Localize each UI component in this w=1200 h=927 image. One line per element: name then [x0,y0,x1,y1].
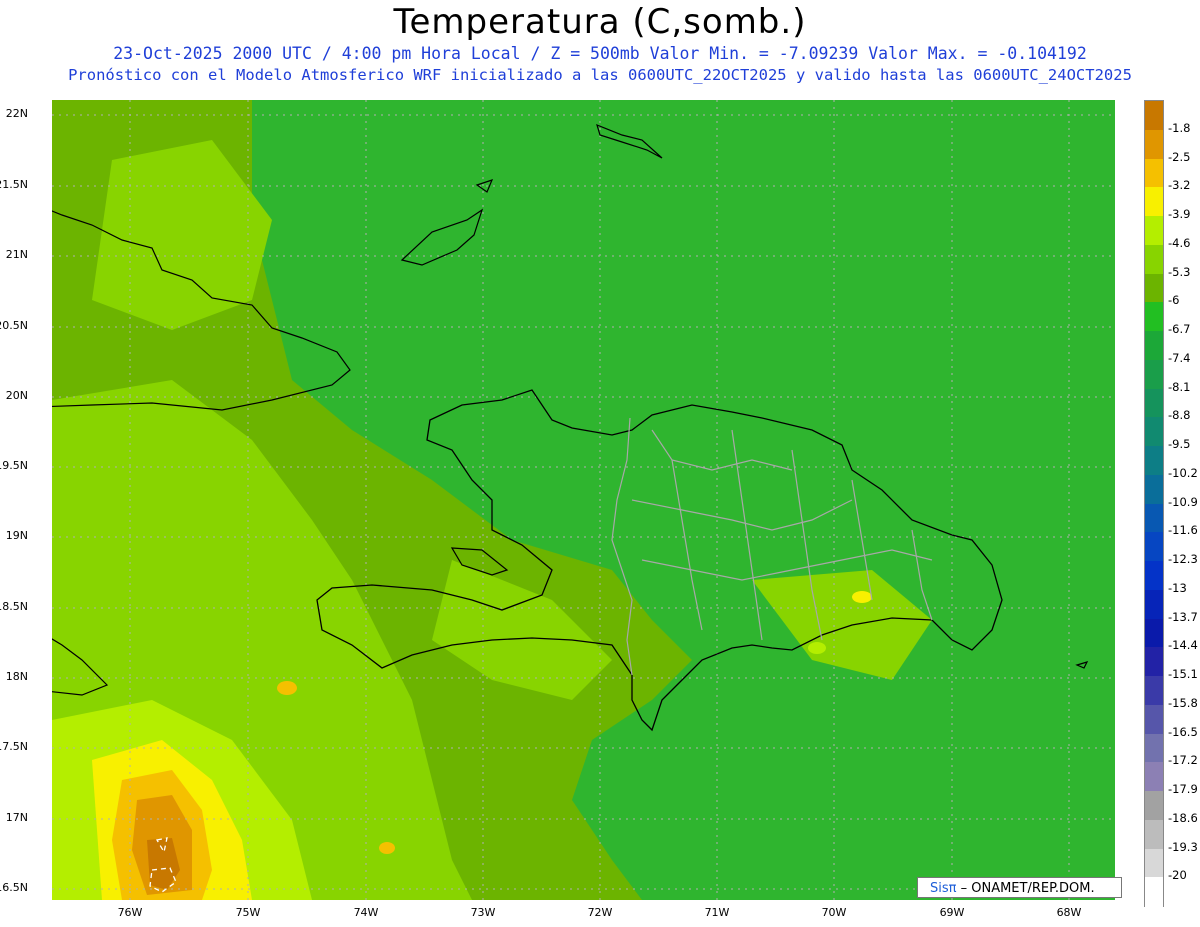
field-spot-4 [852,591,872,603]
colorbar-label: -6.7 [1168,322,1191,336]
colorbar-label: -17.9 [1168,782,1198,796]
colorbar-label: -19.3 [1168,839,1198,854]
colorbar-swatch [1145,503,1163,533]
colorbar-label: -2.5 [1168,149,1191,164]
lon-label-71w: 71W [704,906,730,919]
lat-label-21-5n: 21.5N [0,178,28,191]
colorbar-swatch [1145,704,1163,735]
subtitle-model-info: Pronóstico con el Modelo Atmosferico WRF… [68,66,1132,84]
colorbar-label: -8.1 [1168,379,1191,394]
lat-label-17-5n: 17.5N [0,740,28,753]
credit-box: Sisπ – ONAMET/REP.DOM. [917,877,1122,898]
colorbar-swatch [1145,762,1163,792]
colorbar-swatch [1145,417,1163,447]
colorbar-swatch [1145,618,1163,648]
colorbar-swatch [1145,791,1163,821]
colorbar-label: -18.6 [1168,810,1198,825]
colorbar-label: -9.5 [1168,437,1191,451]
colorbar-label: -15.8 [1168,695,1198,710]
colorbar-swatch [1145,446,1163,476]
colorbar-swatch [1145,589,1163,620]
lat-label-16-5n: 16.5N [0,881,28,894]
colorbar-swatch [1145,216,1163,246]
lon-label-76w: 76W [117,906,143,919]
colorbar-label: -3.9 [1168,207,1191,221]
colorbar-swatch [1145,244,1163,275]
lat-label-22n: 22N [5,107,28,120]
field-spot-1 [277,681,297,695]
colorbar-swatch [1145,733,1163,763]
lat-label-18-5n: 18.5N [0,600,28,613]
subtitle-valid-time: 23-Oct-2025 2000 UTC / 4:00 pm Hora Loca… [113,44,1087,63]
lat-label-17n: 17N [5,811,28,824]
lat-label-18n: 18N [5,670,28,683]
lat-label-20-5n: 20.5N [0,319,28,332]
colorbar-swatch [1145,158,1163,188]
lat-label-21n: 21N [5,248,28,261]
colorbar-swatch [1145,877,1163,907]
colorbar-label: -1.8 [1168,120,1191,135]
colorbar-swatch [1145,388,1163,418]
colorbar-swatch [1145,676,1163,706]
map-title: Temperatura (C,somb.) [393,2,807,42]
colorbar-swatch [1145,647,1163,677]
colorbar-label: -4.6 [1168,235,1191,250]
colorbar-label: -8.8 [1168,408,1191,423]
colorbar-label: -16.5 [1168,724,1198,739]
lat-label-19n: 19N [5,529,28,542]
colorbar-label: -14.4 [1168,638,1198,653]
lon-label-70w: 70W [821,906,847,919]
temperature-map [52,100,1115,900]
colorbar-label: -11.6 [1168,523,1198,538]
colorbar [1144,100,1164,907]
colorbar-swatch [1145,848,1163,878]
lon-label-75w: 75W [235,906,261,919]
colorbar-swatch [1145,101,1163,131]
field-spot-2 [379,842,395,854]
lon-label-68w: 68W [1056,906,1082,919]
lat-label-20n: 20N [5,389,28,402]
colorbar-label: -3.2 [1168,178,1191,193]
colorbar-label: -15.1 [1168,667,1198,681]
colorbar-label: -5.3 [1168,264,1191,279]
colorbar-label: -13.7 [1168,609,1198,624]
colorbar-label: -10.9 [1168,494,1198,509]
colorbar-label: -10.2 [1168,465,1198,480]
colorbar-swatch [1145,273,1163,303]
colorbar-label: -13 [1168,580,1187,595]
lon-label-74w: 74W [353,906,379,919]
field-spot-3 [808,642,826,654]
colorbar-swatch [1145,359,1163,390]
lon-label-72w: 72W [587,906,613,919]
colorbar-swatch [1145,532,1163,562]
colorbar-label: -20 [1168,868,1187,883]
lon-label-73w: 73W [470,906,496,919]
colorbar-swatch [1145,331,1163,361]
colorbar-swatch [1145,187,1163,217]
lat-label-19-5n: 19.5N [0,459,28,472]
colorbar-label: -17.2 [1168,753,1198,768]
colorbar-label: -12.3 [1168,552,1198,566]
colorbar-label: -7.4 [1168,350,1191,365]
colorbar-swatch [1145,302,1163,332]
colorbar-swatch [1145,819,1163,850]
colorbar-swatch [1145,474,1163,505]
colorbar-label: -6 [1168,293,1180,308]
lon-label-69w: 69W [939,906,965,919]
credit-text: – ONAMET/REP.DOM. [956,881,1095,896]
credit-brand: Sisπ [930,881,957,896]
colorbar-swatch [1145,561,1163,591]
colorbar-swatch [1145,129,1163,160]
